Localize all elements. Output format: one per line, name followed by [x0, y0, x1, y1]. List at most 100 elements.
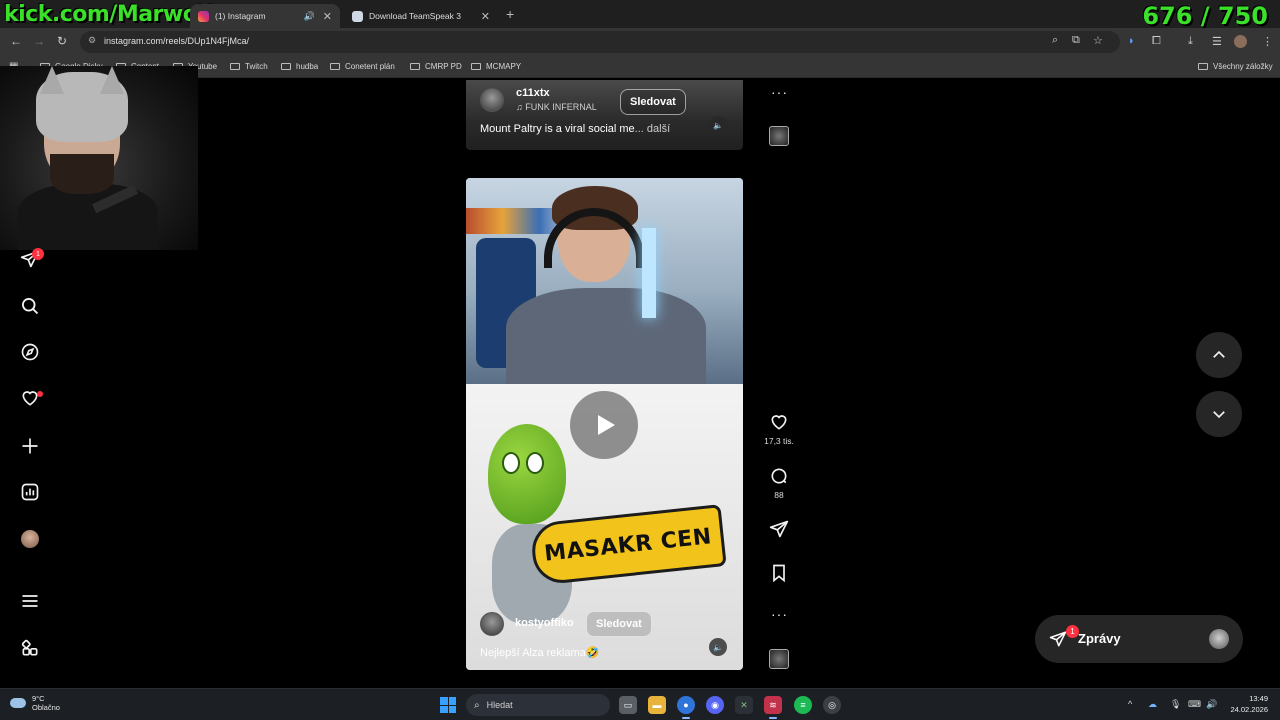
start-button[interactable] [440, 697, 456, 713]
menu-icon[interactable] [20, 591, 40, 611]
rgb-light [642, 228, 656, 318]
bookmark-label: Všechny záložky [1213, 62, 1273, 71]
wolf-ear [100, 66, 124, 94]
steam-icon[interactable]: ◎ [823, 696, 841, 714]
alien-mascot [488, 424, 566, 524]
system-clock[interactable]: 13:49 24.02.2026 [1224, 693, 1268, 715]
tab-label: Download TeamSpeak 3 [369, 11, 461, 21]
music-note-icon: ♫ [516, 102, 526, 112]
spotify-icon[interactable]: ≡ [794, 696, 812, 714]
folder-icon [230, 63, 240, 70]
audio-label[interactable]: ♫ FUNK INFERNAL [516, 102, 597, 112]
download-icon[interactable]: ⤓ [1188, 35, 1193, 48]
discord-icon[interactable]: ◉ [706, 696, 724, 714]
back-icon[interactable]: ← [10, 34, 22, 48]
new-tab-button[interactable]: + [506, 6, 514, 22]
profile-avatar[interactable] [21, 530, 39, 548]
follow-button[interactable]: Sledovat [620, 89, 686, 115]
bookmark-cmrp-pd[interactable]: CMRP PD [410, 62, 462, 71]
forward-icon[interactable]: → [33, 34, 45, 48]
reel-author[interactable] [480, 612, 504, 636]
reel-author[interactable] [480, 88, 504, 112]
caption-text: Mount Paltry is a viral social me [480, 123, 635, 135]
save-button[interactable] [767, 563, 791, 583]
volume-icon[interactable]: 🔊 [1206, 699, 1217, 710]
terminal-icon[interactable]: ✕ [735, 696, 753, 714]
sound-icon[interactable]: 🔈 [709, 638, 727, 656]
chainsaw-sign: MASAKR CEN [529, 504, 727, 586]
audio-thumbnail[interactable] [769, 649, 789, 669]
chrome-menu-icon[interactable]: ⋮ [1262, 35, 1273, 48]
folder-icon [410, 63, 420, 70]
like-button[interactable]: 17,3 tis. [764, 412, 794, 446]
url-text[interactable]: instagram.com/reels/DUp1N4FjMca/ [104, 36, 249, 46]
more-options-icon[interactable]: ··· [771, 84, 788, 100]
previous-reel[interactable]: c11xtx ♫ FUNK INFERNAL Sledovat Mount Pa… [466, 80, 743, 150]
create-icon[interactable] [20, 436, 40, 456]
install-app-icon[interactable]: ⧉ [1072, 34, 1080, 47]
more-options-icon[interactable]: ··· [771, 606, 788, 622]
notification-badge: 1 [32, 248, 44, 260]
stream-overlay-channel: kick.com/MarwoX [4, 2, 214, 27]
search-icon[interactable] [20, 296, 40, 316]
messages-label: Zprávy [1078, 631, 1121, 646]
temperature: 9°C [32, 694, 45, 703]
task-view-icon[interactable]: ▭ [619, 696, 637, 714]
wolf-ear [40, 66, 64, 94]
zoom-icon[interactable]: ⌕ [1052, 34, 1058, 47]
file-explorer-icon[interactable]: ▬ [648, 696, 666, 714]
bookmark-star-icon[interactable]: ☆ [1093, 34, 1103, 47]
profile-avatar[interactable] [1234, 35, 1247, 48]
like-count: 17,3 tis. [764, 436, 794, 446]
bookmark-twitch[interactable]: Twitch [230, 62, 268, 71]
tab-teamspeak[interactable]: Download TeamSpeak 3 ✕ [344, 4, 498, 28]
reel-caption[interactable]: Mount Paltry is a viral social me... dal… [480, 123, 670, 135]
bookmark-conetent-plan[interactable]: Conetent plán [330, 62, 395, 71]
weather-widget[interactable]: 9°C Oblačno [10, 694, 60, 712]
bookmark-mcmapy[interactable]: MCMAPY [471, 62, 521, 71]
reading-list-icon[interactable]: ☰ [1212, 35, 1222, 48]
close-tab-icon[interactable]: ✕ [323, 10, 332, 23]
stream-overlay-counter: 676 / 750 [1142, 2, 1268, 30]
tab-instagram[interactable]: (1) Instagram 🔊 ✕ [190, 4, 340, 28]
chrome-icon[interactable]: ● [677, 696, 695, 719]
dashboard-icon[interactable] [20, 482, 40, 502]
extension-icon[interactable]: ◗ [1128, 35, 1135, 47]
address-bar[interactable]: ⚙ instagram.com/reels/DUp1N4FjMca/ ⌕ ⧉ ☆ [80, 31, 1120, 53]
audio-thumbnail[interactable] [769, 126, 789, 146]
messages-button[interactable]: 1 Zprávy [1035, 615, 1243, 663]
comment-button[interactable]: 88 [767, 466, 791, 500]
more-apps-icon[interactable] [20, 638, 40, 658]
previous-reel-button[interactable] [1196, 332, 1242, 378]
current-reel[interactable]: MASAKR CEN kostyoffiko Sledovat Nejlepší… [466, 178, 743, 670]
speaker-icon[interactable]: 🔊 [304, 11, 315, 22]
caption-more[interactable]: ... další [635, 123, 670, 135]
webcam-overlay [0, 66, 198, 250]
extensions-puzzle-icon[interactable]: ⧠ [1152, 35, 1161, 48]
site-info-icon[interactable]: ⚙ [88, 35, 96, 46]
reload-icon[interactable]: ↻ [57, 34, 67, 48]
explore-icon[interactable] [20, 342, 40, 362]
share-button[interactable] [767, 519, 791, 539]
sound-icon[interactable]: 🔈 [709, 116, 727, 134]
author-username[interactable]: kostyoffiko [515, 617, 574, 629]
folder-icon [330, 63, 340, 70]
next-reel-button[interactable] [1196, 391, 1242, 437]
author-avatar[interactable] [480, 88, 504, 112]
author-username[interactable]: c11xtx [516, 87, 550, 99]
comment-count: 88 [774, 490, 784, 500]
obs-app-icon[interactable]: ≋ [764, 696, 782, 719]
taskbar-search[interactable]: ⌕ Hledat [466, 694, 610, 716]
close-tab-icon[interactable]: ✕ [481, 10, 490, 23]
play-icon[interactable] [570, 391, 638, 459]
tray-overflow-icon[interactable]: ^ [1128, 699, 1132, 709]
microphone-icon[interactable]: 🎙 [1170, 699, 1181, 710]
onedrive-icon[interactable]: ☁ [1148, 699, 1157, 710]
follow-button[interactable]: Sledovat [586, 611, 652, 637]
network-icon[interactable]: ⌨ [1188, 699, 1201, 710]
bookmark-hudba[interactable]: hudba [281, 62, 318, 71]
all-bookmarks[interactable]: Všechny záložky [1198, 62, 1273, 71]
author-avatar[interactable] [480, 612, 504, 636]
reel-caption[interactable]: Nejlepší Alza reklama🤣 [480, 646, 599, 659]
bookmark-label: Twitch [245, 62, 268, 71]
